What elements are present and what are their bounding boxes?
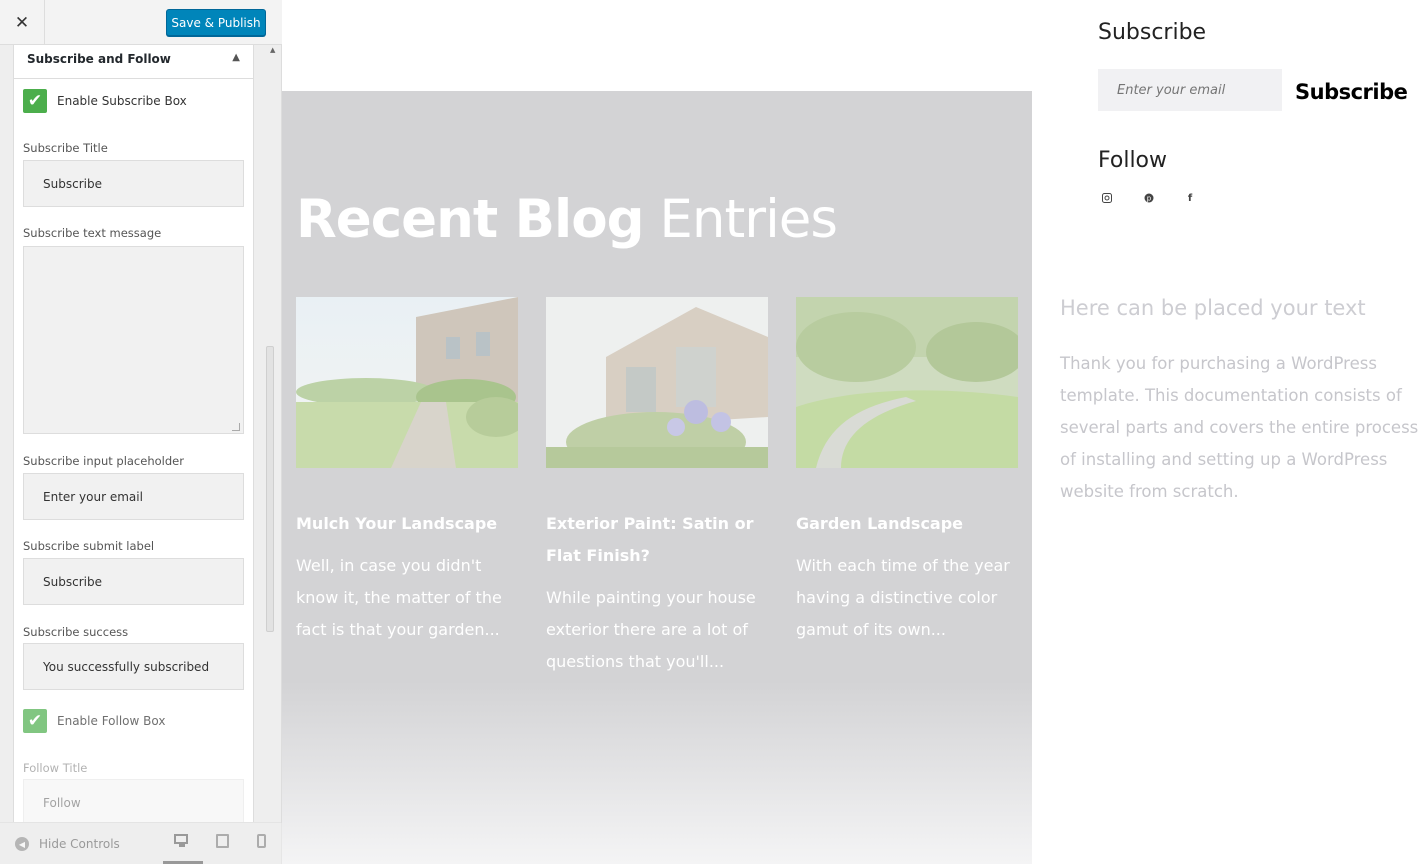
text-widget-title: Here can be placed your text [1060,296,1366,320]
collapse-left-icon: ◀ [15,837,29,851]
post-title[interactable]: Mulch Your Landscape [296,508,518,540]
enable-subscribe-checkbox[interactable]: ✔ [23,89,47,113]
subscribe-widget-title: Subscribe [1098,20,1207,45]
desktop-preview-icon[interactable] [174,834,190,848]
mobile-preview-icon[interactable] [257,834,273,848]
placeholder-input[interactable]: Enter your email [23,473,244,520]
post-excerpt: While painting your house exterior there… [546,588,756,671]
heading-bold-part: Recent Blog [296,189,645,250]
customizer-sidebar: ✕ Save & Publish Subscribe and Follow ▲ … [0,0,282,864]
subscribe-title-label: Subscribe Title [23,141,108,155]
follow-widget-title: Follow [1098,148,1168,173]
post-excerpt: Well, in case you didn't know it, the ma… [296,556,502,639]
save-publish-button[interactable]: Save & Publish [166,9,266,36]
enable-subscribe-row[interactable]: ✔ Enable Subscribe Box [23,89,187,113]
pinterest-icon[interactable]: p [1142,191,1156,205]
subscribe-email-input[interactable] [1098,69,1282,111]
post-thumbnail[interactable] [546,297,768,468]
section-header[interactable]: Subscribe and Follow ▲ [14,45,253,79]
instagram-icon[interactable] [1100,191,1114,205]
enable-follow-row[interactable]: ✔ Enable Follow Box [23,709,165,733]
enable-follow-label: Enable Follow Box [57,714,166,728]
hide-controls-label: Hide Controls [39,837,120,851]
success-label: Subscribe success [23,625,129,639]
customizer-footer: ◀ Hide Controls [0,822,282,864]
blog-post-card[interactable]: Exterior Paint: Satin or Flat Finish? Wh… [546,297,768,678]
placeholder-label: Subscribe input placeholder [23,454,184,468]
blog-section-heading: Recent Blog Entries [296,189,838,250]
subscribe-follow-section: Subscribe and Follow ▲ ✔ Enable Subscrib… [13,45,254,822]
hide-controls-button[interactable]: ◀ Hide Controls [15,837,120,851]
resize-handle-icon[interactable] [232,423,240,431]
section-title: Subscribe and Follow [27,52,171,66]
post-title[interactable]: Exterior Paint: Satin or Flat Finish? [546,508,768,572]
sidebar-widget-area: Subscribe Subscribe Follow p f Here can … [1032,0,1419,864]
blog-post-card[interactable]: Garden Landscape With each time of the y… [796,297,1018,646]
close-icon[interactable]: ✕ [0,0,45,45]
facebook-icon[interactable]: f [1183,191,1197,205]
post-thumbnail[interactable] [296,297,518,468]
success-input[interactable]: You successfully subscribed [23,643,244,690]
collapse-arrow-icon[interactable]: ▲ [232,52,240,63]
enable-subscribe-label: Enable Subscribe Box [57,94,187,108]
follow-title-label: Follow Title [23,761,88,775]
scroll-up-arrow-icon[interactable]: ▲ [270,46,275,54]
follow-title-input[interactable]: Follow [23,779,244,822]
enable-follow-checkbox[interactable]: ✔ [23,709,47,733]
svg-text:p: p [1147,195,1152,203]
subscribe-text-textarea[interactable] [23,246,244,434]
post-title[interactable]: Garden Landscape [796,508,1018,540]
subscribe-title-input[interactable]: Subscribe [23,160,244,207]
post-excerpt: With each time of the year having a dist… [796,556,1010,639]
post-thumbnail[interactable] [796,297,1018,468]
subscribe-text-label: Subscribe text message [23,226,162,240]
submit-label-label: Subscribe submit label [23,539,155,553]
recent-blog-section: Recent Blog Entries Mulch Your Landscape… [282,91,1032,864]
text-widget-body: Thank you for purchasing a WordPress tem… [1060,354,1419,501]
sidebar-scrollbar-thumb[interactable] [266,346,274,632]
heading-light-part: Entries [659,189,838,250]
submit-label-input[interactable]: Subscribe [23,558,244,605]
customizer-header: ✕ Save & Publish [0,0,282,45]
subscribe-submit-button[interactable]: Subscribe [1295,80,1408,104]
blog-post-card[interactable]: Mulch Your Landscape Well, in case you d… [296,297,518,646]
tablet-preview-icon[interactable] [216,834,232,848]
